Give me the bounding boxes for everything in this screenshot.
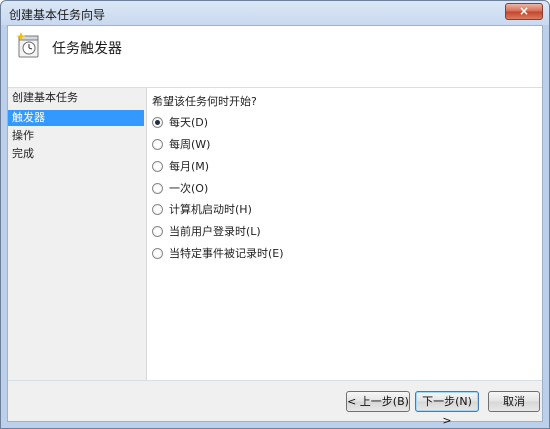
radio-option-once[interactable]: 一次(O)	[152, 180, 208, 196]
nav-item-create-basic-task[interactable]: 创建基本任务	[8, 90, 144, 106]
radio-button[interactable]	[152, 225, 163, 237]
close-icon: ×	[518, 4, 530, 18]
radio-option-daily[interactable]: 每天(D)	[152, 114, 208, 130]
radio-option-monthly[interactable]: 每月(M)	[152, 158, 209, 174]
wizard-header: 任务触发器	[8, 26, 542, 88]
back-button[interactable]: < 上一步(B)	[346, 391, 410, 412]
radio-option-user-logon[interactable]: 当前用户登录时(L)	[152, 223, 261, 239]
radio-label: 一次(O)	[169, 182, 209, 195]
question-label: 希望该任务何时开始?	[152, 95, 257, 108]
wizard-client-area: 任务触发器 创建基本任务 触发器 操作 完成 希望该任务何时开始? 每天(D) …	[7, 25, 543, 427]
radio-button[interactable]	[152, 247, 163, 259]
radio-button[interactable]	[152, 203, 163, 215]
cancel-button[interactable]: 取消	[488, 391, 540, 412]
radio-option-computer-start[interactable]: 计算机启动时(H)	[152, 201, 252, 217]
radio-label: 当特定事件被记录时(E)	[169, 247, 284, 260]
title-bar[interactable]: 创建基本任务向导 ×	[1, 1, 549, 25]
clock-trigger-icon	[16, 32, 39, 58]
window-title: 创建基本任务向导	[9, 8, 106, 22]
next-button[interactable]: 下一步(N) >	[415, 391, 479, 427]
wizard-window: 创建基本任务向导 × 任务触发器 创建基本任务 触发器 操作 完成 希望该任务何…	[0, 0, 550, 429]
radio-label: 每周(W)	[169, 138, 211, 151]
nav-item-finish[interactable]: 完成	[8, 146, 144, 162]
close-button[interactable]: ×	[505, 3, 543, 20]
radio-button[interactable]	[152, 182, 163, 194]
page-title: 任务触发器	[52, 41, 122, 57]
radio-button[interactable]	[152, 138, 163, 150]
radio-label: 计算机启动时(H)	[169, 203, 252, 216]
radio-label: 每月(M)	[169, 160, 210, 173]
wizard-step-nav: 创建基本任务 触发器 操作 完成	[8, 88, 146, 421]
trigger-options-panel: 希望该任务何时开始? 每天(D) 每周(W) 每月(M) 一次(O) 计算机启动…	[147, 88, 542, 421]
nav-item-action[interactable]: 操作	[8, 128, 144, 144]
radio-label: 当前用户登录时(L)	[169, 225, 261, 238]
radio-button[interactable]	[152, 160, 163, 172]
radio-button[interactable]	[152, 116, 163, 128]
wizard-footer: < 上一步(B) 下一步(N) > 取消	[8, 380, 542, 427]
nav-item-trigger[interactable]: 触发器	[8, 110, 144, 126]
radio-option-weekly[interactable]: 每周(W)	[152, 136, 210, 152]
radio-label: 每天(D)	[169, 116, 209, 129]
radio-option-event-logged[interactable]: 当特定事件被记录时(E)	[152, 245, 284, 261]
